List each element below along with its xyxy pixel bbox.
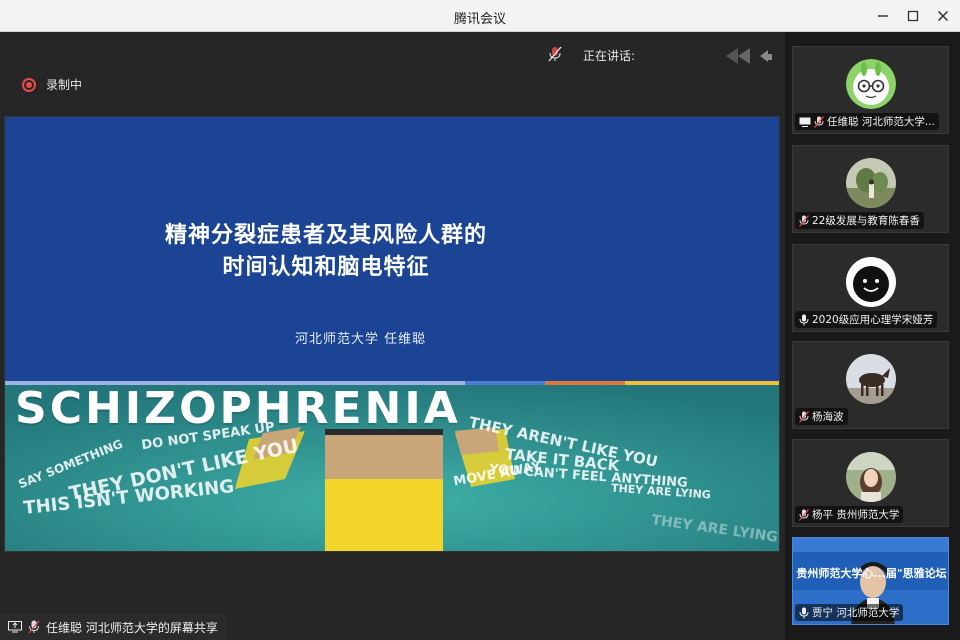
window-title: 腾讯会议: [453, 12, 506, 27]
screen-share-icon: [799, 117, 811, 127]
avatar: [846, 59, 896, 109]
mic-muted-icon: [28, 620, 40, 634]
maximize-icon: [907, 10, 919, 22]
pagination-arrows-icon[interactable]: [724, 46, 774, 66]
minimize-button[interactable]: [872, 6, 894, 26]
shared-screen[interactable]: 精神分裂症患者及其风险人群的 时间认知和脑电特征 河北师范大学 任维聪 SCHI…: [4, 116, 780, 552]
recording-indicator[interactable]: 录制中: [22, 76, 82, 93]
participant-namebar: 贾宁 河北师范大学: [795, 604, 904, 621]
mic-muted-icon: [814, 115, 824, 128]
minimize-icon: [878, 15, 888, 17]
mic-muted-icon: [799, 214, 809, 227]
slide-title-line1: 精神分裂症患者及其风险人群的: [164, 223, 487, 248]
participant-namebar: 杨平 贵州师范大学: [795, 506, 904, 523]
participant-name: 22级发展与教育陈春香: [812, 215, 920, 227]
avatar: [846, 354, 896, 404]
screen-share-label: 任维聪 河北师范大学的屏幕共享: [0, 614, 226, 640]
participant-video-tile[interactable]: 贵州师范大学心...届"思雅论坛 贾宁 河北师范大学: [792, 537, 949, 625]
mic-muted-icon: [548, 46, 562, 62]
screen-share-icon: [8, 621, 22, 633]
participant-tile[interactable]: 杨平 贵州师范大学: [792, 439, 949, 527]
mic-muted-icon: [799, 410, 809, 423]
avatar: [846, 257, 896, 307]
participant-name: 贾宁 河北师范大学: [812, 607, 900, 619]
participant-tile[interactable]: 杨海波: [792, 341, 949, 429]
slide-author: 河北师范大学 任维聪: [295, 332, 427, 347]
participant-name: 任维聪 河北师范大学...: [827, 116, 935, 128]
avatar: [846, 158, 896, 208]
mic-muted-icon: [799, 508, 809, 521]
participant-name: 杨平 贵州师范大学: [812, 509, 900, 521]
mic-icon: [799, 607, 809, 618]
participant-name: 杨海波: [812, 411, 844, 423]
participant-tile[interactable]: 任维聪 河北师范大学...: [792, 46, 949, 134]
participant-namebar: 任维聪 河北师范大学...: [795, 113, 939, 130]
share-label-text: 任维聪 河北师范大学的屏幕共享: [46, 620, 218, 635]
maximize-button[interactable]: [902, 6, 924, 26]
participant-namebar: 2020级应用心理学宋娅芳: [795, 311, 938, 328]
slide-title-line2: 时间认知和脑电特征: [222, 255, 430, 280]
close-button[interactable]: [932, 6, 954, 26]
participant-namebar: 杨海波: [795, 408, 848, 425]
participant-tile[interactable]: 22级发展与教育陈春香: [792, 145, 949, 233]
participant-panel: 任维聪 河北师范大学... 22级发展与教育陈春香 2020级应用心理学宋娅芳 …: [785, 32, 960, 640]
participant-name: 2020级应用心理学宋娅芳: [812, 314, 934, 326]
title-bar: 腾讯会议: [0, 0, 960, 32]
close-icon: [937, 10, 949, 22]
mic-icon: [799, 314, 809, 325]
video-caption: 贵州师范大学心...届"思雅论坛: [796, 567, 947, 580]
participant-tile[interactable]: 2020级应用心理学宋娅芳: [792, 244, 949, 332]
record-icon: [22, 77, 36, 92]
avatar: [846, 452, 896, 502]
participant-namebar: 22级发展与教育陈春香: [795, 212, 924, 229]
recording-label: 录制中: [46, 78, 83, 92]
speaking-indicator: 正在讲话:: [583, 49, 636, 63]
